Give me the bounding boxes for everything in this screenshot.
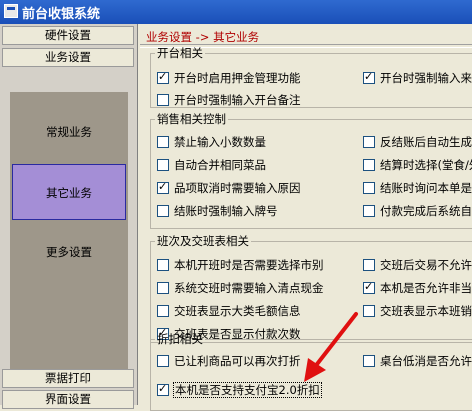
checkbox-box[interactable] — [157, 282, 169, 294]
group-title: 折扣相关 — [157, 332, 203, 346]
checkbox-settle-ask[interactable]: 结账时询问本单是否 — [363, 180, 472, 198]
checkbox-label: 本机开班时是否需要选择市别 — [174, 258, 324, 272]
checkbox-label: 品项取消时需要输入原因 — [174, 181, 301, 195]
checkbox-category-gross[interactable]: 交班表显示大类毛额信息 — [157, 303, 301, 321]
group-shift: 班次及交班表相关 本机开班时是否需要选择市别 交班后交易不允许 系统交班时需要输… — [150, 233, 472, 343]
checkbox-box[interactable] — [157, 180, 169, 194]
checkbox-box[interactable] — [157, 205, 169, 217]
checkbox-box[interactable] — [157, 136, 169, 148]
checkbox-label: 系统交班时需要输入清点现金 — [174, 281, 324, 295]
checkbox-box[interactable] — [157, 94, 169, 106]
checkbox-box[interactable] — [363, 205, 375, 217]
checkbox-label: 反结账后自动生成 — [380, 135, 472, 149]
checkbox-label: 已让利商品可以再次打折 — [174, 354, 301, 368]
checkbox-box[interactable] — [157, 259, 169, 271]
checkbox-label: 付款完成后系统自动 — [380, 204, 472, 218]
checkbox-box[interactable] — [363, 159, 375, 171]
checkbox-label: 开台时强制输入开台备注 — [174, 93, 301, 107]
checkbox-table-min-charge[interactable]: 桌台低消是否允许 — [363, 353, 472, 371]
checkbox-show-shift-sales[interactable]: 交班表显示本班销 — [363, 303, 472, 321]
checkbox-box[interactable] — [157, 382, 169, 396]
sidebar-button-business[interactable]: 业务设置 — [2, 48, 134, 67]
checkbox-dine-type-select[interactable]: 结算时选择(堂食/外 — [363, 157, 472, 175]
checkbox-alipay-discount[interactable]: 本机是否支持支付宝2.0折扣 — [157, 382, 322, 400]
checkbox-select-market[interactable]: 本机开班时是否需要选择市别 — [157, 257, 324, 275]
checkbox-box[interactable] — [363, 305, 375, 317]
checkbox-box[interactable] — [363, 182, 375, 194]
sidebar-button-ui-settings[interactable]: 界面设置 — [2, 390, 134, 409]
checkbox-box[interactable] — [157, 159, 169, 171]
checkbox-label: 本机是否支持支付宝2.0折扣 — [173, 382, 322, 398]
checkbox-force-tag-number[interactable]: 结账时强制输入牌号 — [157, 203, 278, 221]
checkbox-merge-same-items[interactable]: 自动合并相同菜品 — [157, 157, 266, 175]
checkbox-no-decimal-qty[interactable]: 禁止输入小数数量 — [157, 134, 266, 152]
sidebar-button-receipt-print[interactable]: 票据打印 — [2, 369, 134, 388]
checkbox-label: 结账时强制输入牌号 — [174, 204, 278, 218]
checkbox-label: 自动合并相同菜品 — [174, 158, 266, 172]
checkbox-label: 交班后交易不允许 — [380, 258, 472, 272]
checkbox-label: 开台时强制输入来客 — [380, 71, 472, 85]
checkbox-force-open-note[interactable]: 开台时强制输入开台备注 — [157, 92, 301, 110]
group-title: 开台相关 — [157, 46, 203, 60]
checkbox-box[interactable] — [363, 355, 375, 367]
checkbox-allow-non-current[interactable]: 本机是否允许非当前 — [363, 280, 472, 298]
checkbox-cancel-reason[interactable]: 品项取消时需要输入原因 — [157, 180, 301, 198]
checkbox-label: 交班表显示大类毛额信息 — [174, 304, 301, 318]
checkbox-box[interactable] — [363, 136, 375, 148]
checkbox-box[interactable] — [363, 280, 375, 294]
checkbox-label: 结算时选择(堂食/外 — [380, 158, 472, 172]
checkbox-box[interactable] — [363, 70, 375, 84]
checkbox-box[interactable] — [157, 70, 169, 84]
sidebar-item-general-business[interactable]: 常规业务 — [10, 104, 128, 160]
checkbox-reverse-settle-auto[interactable]: 反结账后自动生成 — [363, 134, 472, 152]
group-title: 销售相关控制 — [157, 112, 226, 126]
checkbox-force-guest-input[interactable]: 开台时强制输入来客 — [363, 70, 472, 88]
group-open-table: 开台相关 开台时启用押金管理功能 开台时强制输入来客 开台时强制输入开台备注 — [150, 45, 472, 108]
checkbox-after-payment-auto[interactable]: 付款完成后系统自动 — [363, 203, 472, 221]
checkbox-label: 本机是否允许非当前 — [380, 281, 472, 295]
window-title: 前台收银系统 — [22, 7, 101, 22]
checkbox-label: 结账时询问本单是否 — [380, 181, 472, 195]
group-discount: 折扣相关 已让利商品可以再次打折 桌台低消是否允许 本机是否支持支付宝2.0折扣 — [150, 331, 472, 411]
checkbox-rediscount[interactable]: 已让利商品可以再次打折 — [157, 353, 301, 371]
checkbox-no-trade-after-shift[interactable]: 交班后交易不允许 — [363, 257, 472, 275]
sidebar-item-other-business[interactable]: 其它业务 — [12, 164, 126, 220]
breadcrumb: 业务设置 -> 其它业务 — [146, 30, 260, 44]
checkbox-label: 开台时启用押金管理功能 — [174, 71, 301, 85]
checkbox-box[interactable] — [157, 305, 169, 317]
group-sales-control: 销售相关控制 禁止输入小数数量 反结账后自动生成 自动合并相同菜品 结算时选择(… — [150, 111, 472, 229]
title-bar: 前台收银系统 — [0, 0, 472, 24]
sidebar-item-more-settings[interactable]: 更多设置 — [10, 224, 128, 280]
checkbox-label: 交班表显示本班销 — [380, 304, 472, 318]
checkbox-box[interactable] — [363, 259, 375, 271]
checkbox-label: 禁止输入小数数量 — [174, 135, 266, 149]
settings-content: 业务设置 -> 其它业务 开台相关 开台时启用押金管理功能 开台时强制输入来客 … — [140, 24, 472, 411]
sidebar-subpanel: 常规业务 其它业务 更多设置 — [10, 92, 128, 386]
checkbox-box[interactable] — [157, 355, 169, 367]
sidebar-button-hardware[interactable]: 硬件设置 — [2, 26, 134, 45]
checkbox-label: 桌台低消是否允许 — [380, 354, 472, 368]
checkbox-count-cash[interactable]: 系统交班时需要输入清点现金 — [157, 280, 324, 298]
group-title: 班次及交班表相关 — [157, 234, 249, 248]
app-icon — [4, 4, 18, 18]
checkbox-deposit-management[interactable]: 开台时启用押金管理功能 — [157, 70, 301, 88]
sidebar: 硬件设置 业务设置 常规业务 其它业务 更多设置 票据打印 界面设置 — [0, 24, 138, 409]
